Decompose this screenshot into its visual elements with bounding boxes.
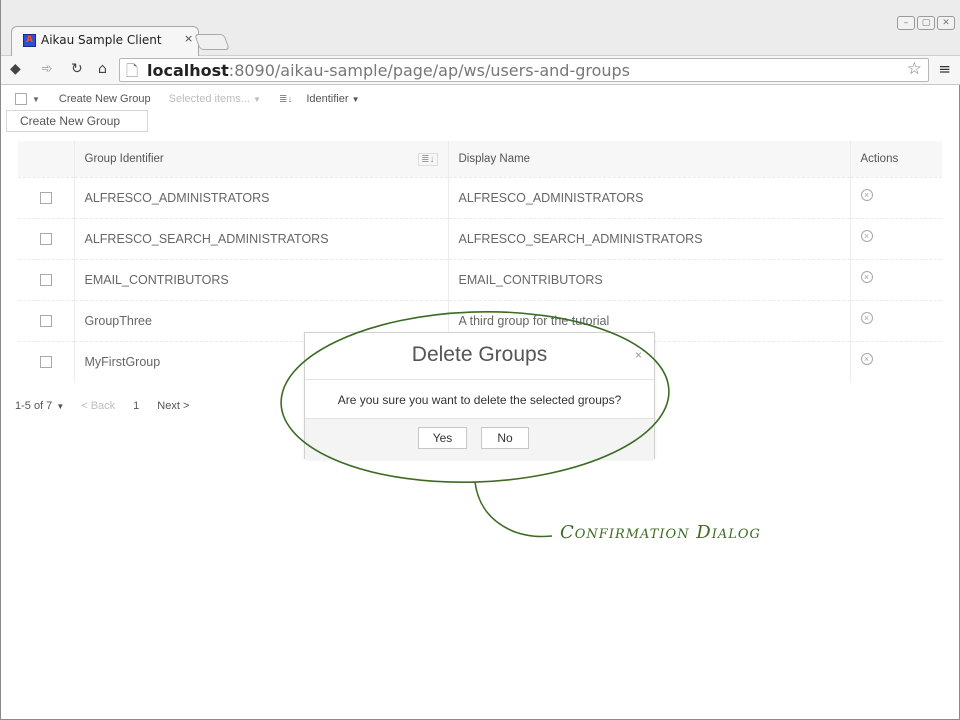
back-page-link: < Back <box>81 400 116 412</box>
list-toolbar: ▼ Create New Group Selected items... ▼ ≣… <box>15 91 360 107</box>
page-size-dropdown-icon[interactable]: ▼ <box>56 400 64 413</box>
dialog-footer: Yes No <box>305 419 654 459</box>
pagination: 1-5 of 7 ▼ < Back 1 Next > <box>15 400 189 413</box>
group-identifier-cell[interactable]: ALFRESCO_ADMINISTRATORS <box>74 176 449 218</box>
yes-button[interactable]: Yes <box>418 427 467 449</box>
reload-icon[interactable]: ↻ <box>71 61 83 77</box>
dialog-title: Delete Groups <box>411 343 548 366</box>
next-page-link[interactable]: Next > <box>157 400 189 413</box>
display-name-cell[interactable]: ALFRESCO_ADMINISTRATORS <box>448 176 851 218</box>
select-dropdown-icon[interactable]: ▼ <box>32 95 40 104</box>
table-row: EMAIL_CONTRIBUTORS EMAIL_CONTRIBUTORS × <box>18 258 942 300</box>
delete-icon[interactable]: × <box>860 353 873 366</box>
header-select <box>18 141 75 177</box>
delete-icon[interactable]: × <box>860 189 873 202</box>
tab-title: Aikau Sample Client <box>41 33 162 47</box>
group-identifier-cell[interactable]: EMAIL_CONTRIBUTORS <box>74 258 449 300</box>
table-row: ALFRESCO_ADMINISTRATORS ALFRESCO_ADMINIS… <box>18 176 942 218</box>
browser-titlebar: A Aikau Sample Client × – ▢ ✕ <box>1 0 960 56</box>
create-new-group-button[interactable]: Create New Group <box>6 110 148 132</box>
selected-items-menu: Selected items... ▼ <box>168 93 261 105</box>
no-button[interactable]: No <box>481 427 529 449</box>
aikau-favicon-icon: A <box>23 34 36 47</box>
delete-groups-dialog: Delete Groups × Are you sure you want to… <box>304 332 655 459</box>
table-row: ALFRESCO_SEARCH_ADMINISTRATORS ALFRESCO_… <box>18 217 942 259</box>
display-name-cell[interactable]: ALFRESCO_SEARCH_ADMINISTRATORS <box>448 217 851 259</box>
table-header-row: Group Identifier ≣↓ Display Name Actions <box>18 141 942 177</box>
header-group-identifier[interactable]: Group Identifier ≣↓ <box>74 141 449 177</box>
row-checkbox[interactable] <box>39 315 52 328</box>
sort-order-icon[interactable]: ≣↓ <box>279 94 292 105</box>
browser-tab[interactable]: A Aikau Sample Client × <box>11 26 199 56</box>
maximize-icon[interactable]: ▢ <box>917 16 935 30</box>
page-number-link[interactable]: 1 <box>133 400 139 413</box>
new-tab-button[interactable] <box>194 34 230 50</box>
header-display-name[interactable]: Display Name <box>448 141 851 177</box>
close-window-icon[interactable]: ✕ <box>937 16 955 30</box>
page-range[interactable]: 1-5 of 7 <box>15 400 52 413</box>
tab-close-icon[interactable]: × <box>184 32 193 45</box>
back-icon[interactable]: ◆ <box>10 61 21 77</box>
row-checkbox[interactable] <box>39 356 52 369</box>
minimize-icon[interactable]: – <box>897 16 915 30</box>
star-icon[interactable]: ☆ <box>907 59 922 79</box>
display-name-cell[interactable]: EMAIL_CONTRIBUTORS <box>448 258 851 300</box>
url-text: localhost:8090/aikau-sample/page/ap/ws/u… <box>147 61 631 80</box>
column-sort-icon[interactable]: ≣↓ <box>418 153 438 166</box>
row-checkbox[interactable] <box>39 192 52 205</box>
menu-icon[interactable]: ≡ <box>938 60 951 78</box>
forward-icon[interactable]: ➾ <box>41 61 53 77</box>
dialog-message: Are you sure you want to delete the sele… <box>305 379 654 419</box>
row-checkbox[interactable] <box>39 274 52 287</box>
sort-field-menu[interactable]: Identifier ▼ <box>306 93 359 105</box>
select-all-checkbox[interactable] <box>15 93 27 105</box>
delete-icon[interactable]: × <box>860 271 873 284</box>
window-controls: – ▢ ✕ <box>897 16 955 30</box>
dialog-close-icon[interactable]: × <box>635 348 642 362</box>
create-new-group-menu-item[interactable]: Create New Group <box>59 93 151 105</box>
delete-icon[interactable]: × <box>860 312 873 325</box>
delete-icon[interactable]: × <box>860 230 873 243</box>
row-checkbox[interactable] <box>39 233 52 246</box>
page-icon: 🗋 <box>126 62 139 80</box>
browser-toolbar: ◆ ➾ ↻ ⌂ 🗋 localhost:8090/aikau-sample/pa… <box>1 56 960 85</box>
header-actions: Actions <box>850 141 942 177</box>
home-icon[interactable]: ⌂ <box>98 61 107 77</box>
group-identifier-cell[interactable]: ALFRESCO_SEARCH_ADMINISTRATORS <box>74 217 449 259</box>
address-bar[interactable]: 🗋 localhost:8090/aikau-sample/page/ap/ws… <box>119 58 929 82</box>
annotation-label: Confirmation Dialog <box>560 522 761 543</box>
